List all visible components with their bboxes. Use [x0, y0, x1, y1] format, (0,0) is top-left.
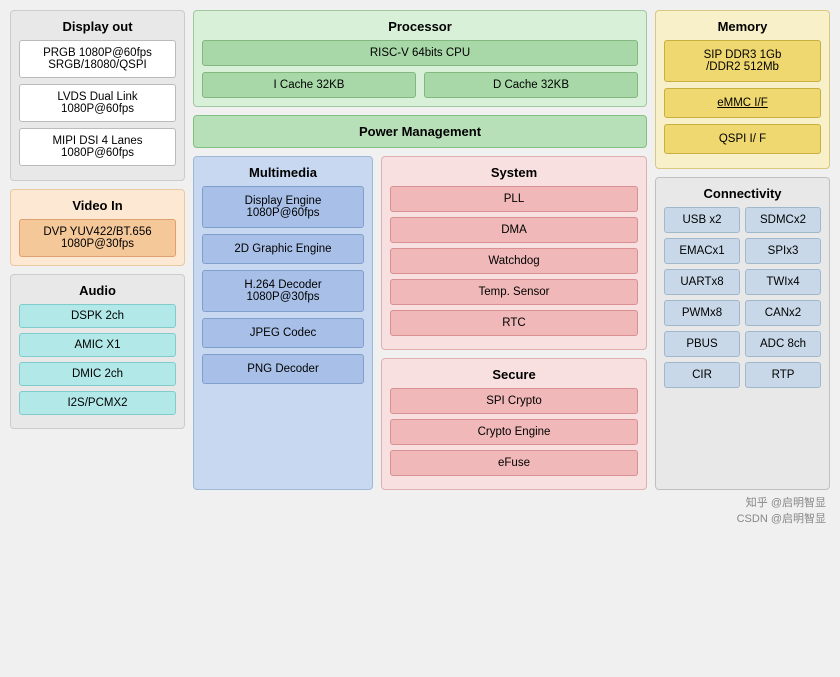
- connectivity-item-5: TWIx4: [745, 269, 821, 295]
- processor-section: Processor RISC-V 64bits CPU I Cache 32KB…: [193, 10, 647, 107]
- cache-row: I Cache 32KB D Cache 32KB: [202, 72, 638, 98]
- dcache-item: D Cache 32KB: [424, 72, 638, 98]
- secure-title: Secure: [390, 367, 638, 382]
- left-column: Display out PRGB 1080P@60fpsSRGB/18080/Q…: [10, 10, 185, 490]
- system-item-3: Temp. Sensor: [390, 279, 638, 305]
- system-section: System PLL DMA Watchdog Temp. Sensor RTC: [381, 156, 647, 350]
- audio-title: Audio: [19, 283, 176, 298]
- connectivity-item-3: SPIx3: [745, 238, 821, 264]
- display-out-item-1: LVDS Dual Link1080P@60fps: [19, 84, 176, 122]
- power-mgmt-title: Power Management: [202, 124, 638, 139]
- display-out-item-2: MIPI DSI 4 Lanes1080P@60fps: [19, 128, 176, 166]
- connectivity-item-4: UARTx8: [664, 269, 740, 295]
- video-in-item-0: DVP YUV422/BT.6561080P@30fps: [19, 219, 176, 257]
- processor-cpu: RISC-V 64bits CPU: [202, 40, 638, 66]
- memory-section: Memory SIP DDR3 1Gb/DDR2 512Mb eMMC I/F …: [655, 10, 830, 169]
- right-column: Memory SIP DDR3 1Gb/DDR2 512Mb eMMC I/F …: [655, 10, 830, 490]
- display-out-title: Display out: [19, 19, 176, 34]
- multimedia-title: Multimedia: [202, 165, 364, 180]
- audio-item-0: DSPK 2ch: [19, 304, 176, 328]
- audio-item-2: DMIC 2ch: [19, 362, 176, 386]
- processor-title: Processor: [202, 19, 638, 34]
- connectivity-title: Connectivity: [664, 186, 821, 201]
- system-item-4: RTC: [390, 310, 638, 336]
- connectivity-section: Connectivity USB x2 SDMCx2 EMACx1 SPIx3 …: [655, 177, 830, 490]
- connectivity-grid: USB x2 SDMCx2 EMACx1 SPIx3 UARTx8 TWIx4 …: [664, 207, 821, 388]
- connectivity-item-1: SDMCx2: [745, 207, 821, 233]
- secure-item-1: Crypto Engine: [390, 419, 638, 445]
- connectivity-item-10: CIR: [664, 362, 740, 388]
- multimedia-item-3: JPEG Codec: [202, 318, 364, 348]
- video-in-section: Video In DVP YUV422/BT.6561080P@30fps: [10, 189, 185, 266]
- multimedia-item-2: H.264 Decoder1080P@30fps: [202, 270, 364, 312]
- audio-item-3: I2S/PCMX2: [19, 391, 176, 415]
- secure-item-0: SPI Crypto: [390, 388, 638, 414]
- display-out-section: Display out PRGB 1080P@60fpsSRGB/18080/Q…: [10, 10, 185, 181]
- connectivity-item-9: ADC 8ch: [745, 331, 821, 357]
- connectivity-item-11: RTP: [745, 362, 821, 388]
- system-title: System: [390, 165, 638, 180]
- secure-item-2: eFuse: [390, 450, 638, 476]
- memory-item-1: eMMC I/F: [664, 88, 821, 118]
- connectivity-item-2: EMACx1: [664, 238, 740, 264]
- memory-item-2: QSPI I/ F: [664, 124, 821, 154]
- audio-section: Audio DSPK 2ch AMIC X1 DMIC 2ch I2S/PCMX…: [10, 274, 185, 429]
- watermark: 知乎 @启明智显CSDN @启明智显: [10, 494, 830, 526]
- multimedia-item-4: PNG Decoder: [202, 354, 364, 384]
- connectivity-item-8: PBUS: [664, 331, 740, 357]
- audio-item-1: AMIC X1: [19, 333, 176, 357]
- connectivity-item-7: CANx2: [745, 300, 821, 326]
- memory-title: Memory: [664, 19, 821, 34]
- middle-column: Processor RISC-V 64bits CPU I Cache 32KB…: [193, 10, 647, 490]
- system-item-1: DMA: [390, 217, 638, 243]
- lower-middle: Multimedia Display Engine1080P@60fps 2D …: [193, 156, 647, 490]
- power-mgmt-section: Power Management: [193, 115, 647, 148]
- icache-item: I Cache 32KB: [202, 72, 416, 98]
- system-item-2: Watchdog: [390, 248, 638, 274]
- video-in-title: Video In: [19, 198, 176, 213]
- main-layout: Display out PRGB 1080P@60fpsSRGB/18080/Q…: [10, 10, 830, 490]
- connectivity-item-0: USB x2: [664, 207, 740, 233]
- system-secure-column: System PLL DMA Watchdog Temp. Sensor RTC…: [381, 156, 647, 490]
- multimedia-item-1: 2D Graphic Engine: [202, 234, 364, 264]
- display-out-item-0: PRGB 1080P@60fpsSRGB/18080/QSPI: [19, 40, 176, 78]
- system-item-0: PLL: [390, 186, 638, 212]
- secure-section: Secure SPI Crypto Crypto Engine eFuse: [381, 358, 647, 490]
- multimedia-section: Multimedia Display Engine1080P@60fps 2D …: [193, 156, 373, 490]
- memory-item-0: SIP DDR3 1Gb/DDR2 512Mb: [664, 40, 821, 82]
- multimedia-item-0: Display Engine1080P@60fps: [202, 186, 364, 228]
- connectivity-item-6: PWMx8: [664, 300, 740, 326]
